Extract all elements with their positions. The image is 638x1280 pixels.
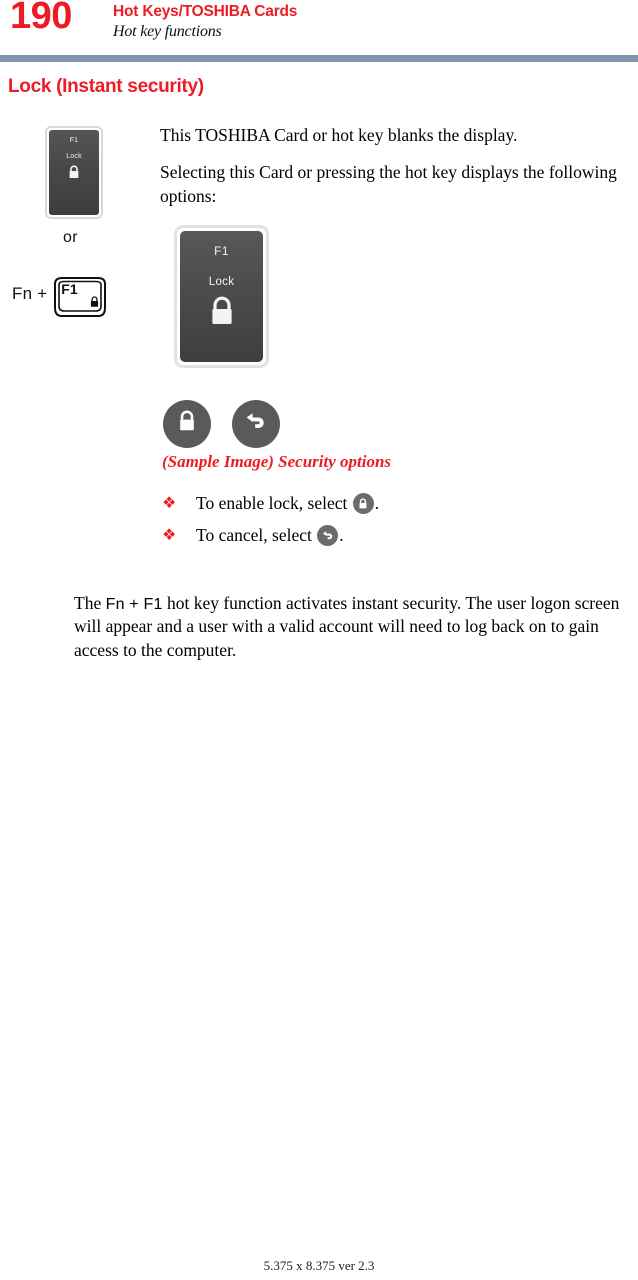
figure-caption: (Sample Image) Security options [162,452,392,471]
list-item-text-after: . [339,525,344,545]
lock-option-button[interactable] [163,400,211,448]
section-heading: Lock (Instant security) [8,76,204,97]
toshiba-card-thumbnail-face: F1 Lock [49,130,99,215]
list-item-text-before: To enable lock, select [196,493,348,513]
security-option-buttons [163,400,280,448]
toshiba-card-thumbnail: F1 Lock [45,126,103,219]
f1-keycap-graphic: F1 [51,274,109,320]
padlock-icon [176,410,198,439]
bullet-marker-icon: ❖ [162,493,177,512]
closing-lead: The [74,593,102,613]
cancel-option-button[interactable] [232,400,280,448]
padlock-icon[interactable] [352,493,374,514]
list-item-text-after: . [374,493,380,513]
or-separator-label: or [63,229,78,246]
list-item-text-before: To cancel, select [196,525,312,545]
hotkey-combo-graphic: Fn + F1 [12,274,109,320]
fn-modifier-label: Fn + [12,284,48,303]
page-running-header: 190 Hot Keys/TOSHIBA Cards Hot key funct… [0,0,638,52]
header-section-title: Hot key functions [113,23,222,41]
card-large-key-label: F1 [214,244,229,258]
keycap-key-label: F1 [61,281,78,297]
header-divider-rule [0,55,638,62]
toshiba-card-large[interactable]: F1 Lock [174,225,269,368]
card-large-function-label: Lock [208,276,235,288]
bullet-marker-icon: ❖ [162,525,177,544]
header-chapter-title: Hot Keys/TOSHIBA Cards [113,3,298,20]
body-paragraph-2: Selecting this Card or pressing the hot … [160,162,617,206]
page-number: 190 [10,0,72,37]
list-item: ❖ To enable lock, select . [162,490,612,516]
padlock-icon [67,165,81,185]
undo-arrow-icon[interactable] [317,525,339,546]
header-titles: Hot Keys/TOSHIBA Cards Hot key functions [113,2,297,43]
keycap-outline-icon [54,277,107,317]
undo-arrow-icon [243,410,269,439]
card-thumbnail-key-label: F1 [69,137,79,144]
list-item-text: To cancel, select . [196,522,344,548]
list-item-text: To enable lock, select . [196,490,379,516]
closing-paragraph: The Fn + F1 hot key function activates i… [74,592,630,662]
card-thumbnail-function-label: Lock [66,153,82,160]
list-item: ❖ To cancel, select . [162,522,612,548]
toshiba-card-large-face: F1 Lock [180,231,263,362]
padlock-icon [207,296,237,334]
padlock-icon [89,295,100,313]
body-paragraph-1: This TOSHIBA Card or hot key blanks the … [160,125,518,145]
security-options-list: ❖ To enable lock, select . ❖ To cancel, … [162,490,612,554]
page-footer: 5.375 x 8.375 ver 2.3 [263,1258,375,1273]
closing-key-combo: Fn + F1 [105,596,163,613]
body-text-column: This TOSHIBA Card or hot key blanks the … [160,124,630,222]
